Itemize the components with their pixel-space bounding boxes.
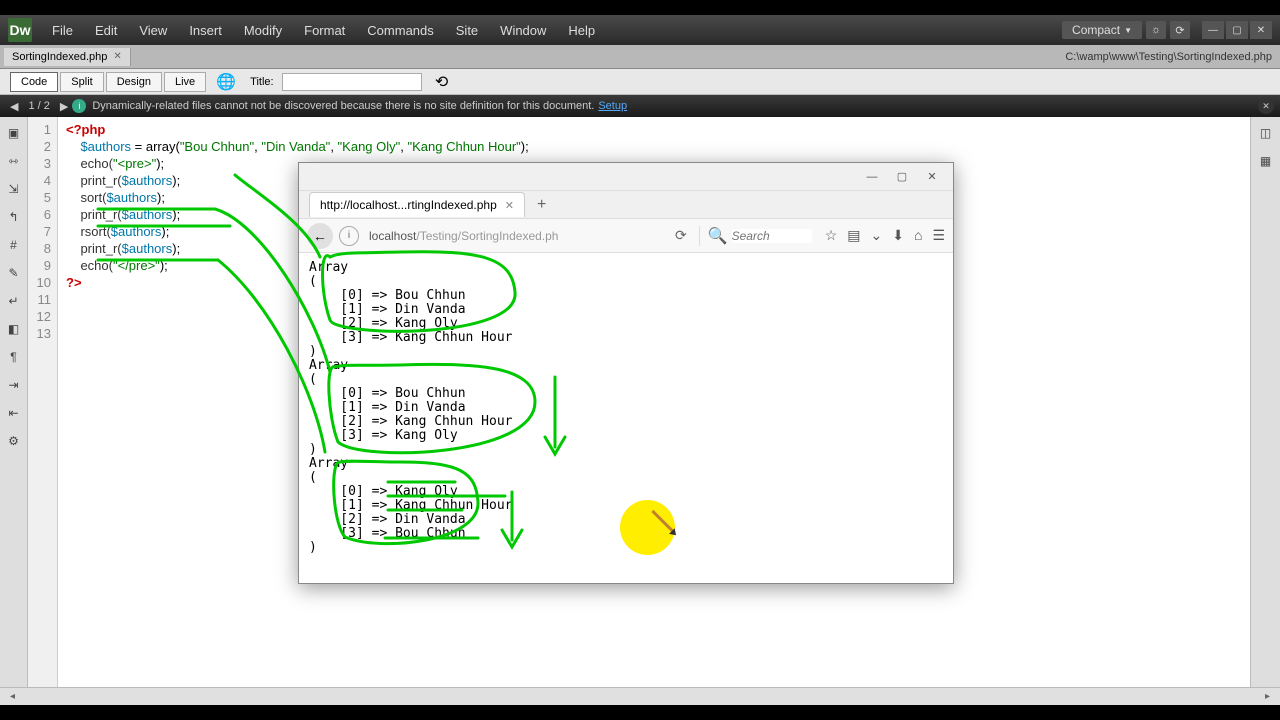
infobar-close-icon[interactable]: ✕ [1258, 98, 1274, 114]
url-bar[interactable]: localhost/Testing/SortingIndexed.ph [365, 229, 663, 243]
title-bar: Dw File Edit View Insert Modify Format C… [0, 15, 1280, 45]
prev-arrow-icon[interactable]: ◀ [6, 100, 22, 113]
downloads-icon[interactable]: ⬇ [892, 227, 904, 244]
tool-indent-icon[interactable]: ⇥ [4, 375, 24, 395]
refresh-icon[interactable]: ⟲ [430, 72, 454, 92]
extend-icon[interactable]: ☼ [1146, 21, 1166, 39]
globe-icon[interactable]: 🌐 [214, 72, 238, 92]
css-panel-icon[interactable]: ◫ [1256, 123, 1276, 143]
view-live-button[interactable]: Live [164, 72, 206, 92]
page-info-icon[interactable]: i [339, 226, 359, 246]
hamburger-menu-icon[interactable]: ☰ [932, 227, 945, 244]
browser-toolbar: ← i localhost/Testing/SortingIndexed.ph … [299, 219, 953, 253]
browser-tab-strip: http://localhost...rtingIndexed.php ✕ + [299, 191, 953, 219]
title-label: Title: [250, 76, 273, 88]
browser-close-button[interactable]: ✕ [917, 167, 947, 187]
browser-tab-title: http://localhost...rtingIndexed.php [320, 198, 497, 212]
minimize-button[interactable]: — [1202, 21, 1224, 39]
info-icon: i [72, 99, 86, 113]
page-indicator: 1 / 2 [22, 100, 55, 112]
line-gutter: 1 2 3 4 5 6 7 8 9 10 11 12 13 [28, 117, 58, 687]
line-num: 7 [28, 223, 51, 240]
tab-filename: SortingIndexed.php [12, 51, 107, 63]
new-tab-button[interactable]: + [531, 194, 552, 216]
back-button[interactable]: ← [307, 223, 333, 249]
setup-link[interactable]: Setup [598, 100, 627, 112]
reload-button[interactable]: ⟳ [669, 227, 693, 244]
tool-highlight-icon[interactable]: ✎ [4, 263, 24, 283]
status-right-arrow-icon[interactable]: ▸ [1265, 691, 1270, 702]
document-tab[interactable]: SortingIndexed.php ✕ [4, 48, 131, 66]
document-toolbar: Code Split Design Live 🌐 Title: ⟲ [0, 69, 1280, 95]
tool-parent-icon[interactable]: ↰ [4, 207, 24, 227]
tool-outdent-icon[interactable]: ⇤ [4, 403, 24, 423]
menu-insert[interactable]: Insert [179, 19, 232, 42]
menu-site[interactable]: Site [446, 19, 488, 42]
menu-window[interactable]: Window [490, 19, 556, 42]
view-design-button[interactable]: Design [106, 72, 162, 92]
reader-icon[interactable]: ▤ [847, 227, 860, 244]
title-input[interactable] [282, 73, 422, 91]
tool-hidden-icon[interactable]: ¶ [4, 347, 24, 367]
line-num: 9 [28, 257, 51, 274]
close-button[interactable]: ✕ [1250, 21, 1272, 39]
menu-modify[interactable]: Modify [234, 19, 292, 42]
info-bar: ◀ 1 / 2 ▶ i Dynamically-related files ca… [0, 95, 1280, 117]
bookmark-star-icon[interactable]: ☆ [825, 227, 838, 244]
file-path: C:\wamp\www\Testing\SortingIndexed.php [1065, 51, 1280, 63]
browser-minimize-button[interactable]: — [857, 167, 887, 187]
tool-linenum-icon[interactable]: # [4, 235, 24, 255]
app-logo: Dw [8, 18, 32, 42]
line-num: 4 [28, 172, 51, 189]
next-arrow-icon[interactable]: ▶ [56, 100, 72, 113]
home-icon[interactable]: ⌂ [914, 227, 922, 244]
line-num: 12 [28, 308, 51, 325]
browser-tab-close-icon[interactable]: ✕ [505, 199, 514, 212]
tool-collapse-icon[interactable]: ⇿ [4, 151, 24, 171]
close-tab-icon[interactable]: ✕ [113, 51, 121, 62]
menu-file[interactable]: File [42, 19, 83, 42]
status-left-arrow-icon[interactable]: ◂ [10, 691, 15, 702]
menu-bar: File Edit View Insert Modify Format Comm… [42, 19, 605, 42]
line-num: 10 [28, 274, 51, 291]
line-num: 3 [28, 155, 51, 172]
line-num: 8 [28, 240, 51, 257]
line-num: 11 [28, 291, 51, 308]
menu-help[interactable]: Help [558, 19, 605, 42]
workspace-switcher[interactable]: Compact▼ [1062, 21, 1142, 39]
browser-tab[interactable]: http://localhost...rtingIndexed.php ✕ [309, 192, 525, 217]
tool-open-docs-icon[interactable]: ▣ [4, 123, 24, 143]
document-tab-bar: SortingIndexed.php ✕ C:\wamp\www\Testing… [0, 45, 1280, 69]
menu-commands[interactable]: Commands [357, 19, 443, 42]
tool-wordwrap-icon[interactable]: ↵ [4, 291, 24, 311]
line-num: 5 [28, 189, 51, 206]
view-code-button[interactable]: Code [10, 72, 58, 92]
browser-maximize-button[interactable]: ▢ [887, 167, 917, 187]
left-tool-strip: ▣ ⇿ ⇲ ↰ # ✎ ↵ ◧ ¶ ⇥ ⇤ ⚙ [0, 117, 28, 687]
search-icon: 🔍 [708, 226, 728, 246]
browser-titlebar[interactable]: — ▢ ✕ [299, 163, 953, 191]
menu-format[interactable]: Format [294, 19, 355, 42]
pocket-icon[interactable]: ⌄ [871, 227, 883, 244]
line-num: 2 [28, 138, 51, 155]
status-bar: ◂ ▸ [0, 687, 1280, 705]
right-tool-strip: ◫ ▦ [1250, 117, 1280, 687]
view-split-button[interactable]: Split [60, 72, 103, 92]
tool-syntax-icon[interactable]: ◧ [4, 319, 24, 339]
line-num: 6 [28, 206, 51, 223]
maximize-button[interactable]: ▢ [1226, 21, 1248, 39]
css-designer-icon[interactable]: ▦ [1256, 151, 1276, 171]
tool-format-icon[interactable]: ⚙ [4, 431, 24, 451]
line-num: 13 [28, 325, 51, 342]
sync-icon[interactable]: ⟳ [1170, 21, 1190, 39]
info-message: Dynamically-related files cannot not be … [92, 100, 594, 112]
search-input[interactable] [732, 229, 812, 243]
menu-view[interactable]: View [129, 19, 177, 42]
tool-expand-icon[interactable]: ⇲ [4, 179, 24, 199]
menu-edit[interactable]: Edit [85, 19, 127, 42]
search-box[interactable]: 🔍 [699, 226, 819, 246]
line-num: 1 [28, 121, 51, 138]
